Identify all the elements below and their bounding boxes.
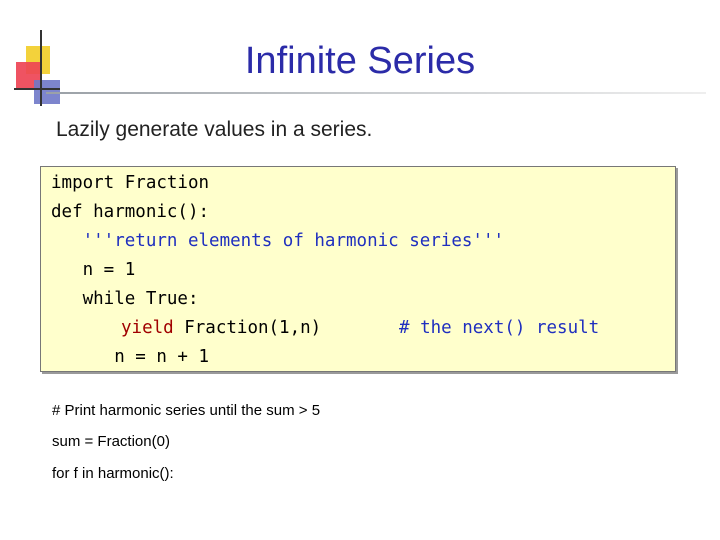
code-line-docstring: '''return elements of harmonic series''' (51, 231, 505, 251)
note-line: # Print harmonic series until the sum > … (52, 402, 321, 419)
code-line-yield: yield Fraction(1,n) (121, 318, 321, 338)
logo-horizontal-line (14, 88, 60, 90)
note-line: for f in harmonic(): (52, 465, 174, 482)
code-line: while True: (51, 289, 199, 309)
title-divider (46, 92, 706, 94)
slide-subtitle: Lazily generate values in a series. (56, 118, 373, 141)
slide-title: Infinite Series (244, 40, 476, 82)
code-line: n = 1 (51, 260, 136, 280)
code-line: import Fraction (51, 173, 210, 193)
code-comment: # the next() result (399, 318, 600, 338)
yield-expression: Fraction(1,n) (173, 318, 322, 338)
yield-keyword: yield (121, 318, 174, 338)
code-line: n = n + 1 (51, 347, 210, 367)
code-line: def harmonic(): (51, 202, 210, 222)
code-block: import Fraction def harmonic(): '''retur… (40, 166, 676, 372)
note-line: sum = Fraction(0) (52, 433, 170, 450)
